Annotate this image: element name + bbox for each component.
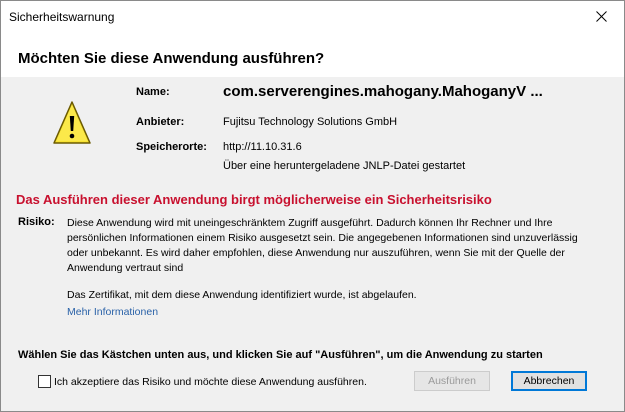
dialog-question: Möchten Sie diese Anwendung ausführen?	[18, 50, 325, 67]
close-icon	[595, 11, 607, 22]
run-button[interactable]: Ausführen	[414, 371, 490, 391]
accept-risk-checkbox[interactable]	[38, 375, 51, 388]
risk-label: Risiko:	[18, 216, 55, 228]
risk-text-line: Anwendung vertraut sind	[67, 262, 184, 274]
location-label: Speicherorte:	[136, 141, 207, 153]
dialog-header: Möchten Sie diese Anwendung ausführen?	[1, 32, 624, 77]
name-value: com.serverengines.mahogany.MahoganyV ...	[223, 83, 543, 100]
location-value: http://11.10.31.6	[223, 141, 302, 153]
certificate-note: Das Zertifikat, mit dem diese Anwendung …	[67, 289, 417, 301]
security-warning-dialog: Sicherheitswarnung Möchten Sie diese Anw…	[0, 0, 625, 412]
location-note: Über eine heruntergeladene JNLP-Datei ge…	[223, 160, 466, 172]
window-title: Sicherheitswarnung	[9, 10, 115, 24]
risk-text-line: oder unbekannt. Es wird daher empfohlen,…	[67, 247, 565, 259]
cancel-button[interactable]: Abbrechen	[511, 371, 587, 391]
name-label: Name:	[136, 86, 170, 98]
publisher-label: Anbieter:	[136, 116, 185, 128]
warning-icon	[53, 101, 91, 144]
risk-text-line: Diese Anwendung wird mit uneingeschränkt…	[67, 217, 553, 229]
risk-headline: Das Ausführen dieser Anwendung birgt mög…	[16, 192, 492, 207]
publisher-value: Fujitsu Technology Solutions GmbH	[223, 116, 398, 128]
risk-text-line: persönlichen Informationen einem Risiko …	[67, 232, 578, 244]
more-info-link[interactable]: Mehr Informationen	[67, 306, 158, 318]
close-button[interactable]	[578, 1, 624, 32]
instruction-text: Wählen Sie das Kästchen unten aus, und k…	[18, 349, 543, 361]
accept-risk-label[interactable]: Ich akzeptiere das Risiko und möchte die…	[54, 376, 367, 388]
title-bar: Sicherheitswarnung	[1, 1, 624, 32]
